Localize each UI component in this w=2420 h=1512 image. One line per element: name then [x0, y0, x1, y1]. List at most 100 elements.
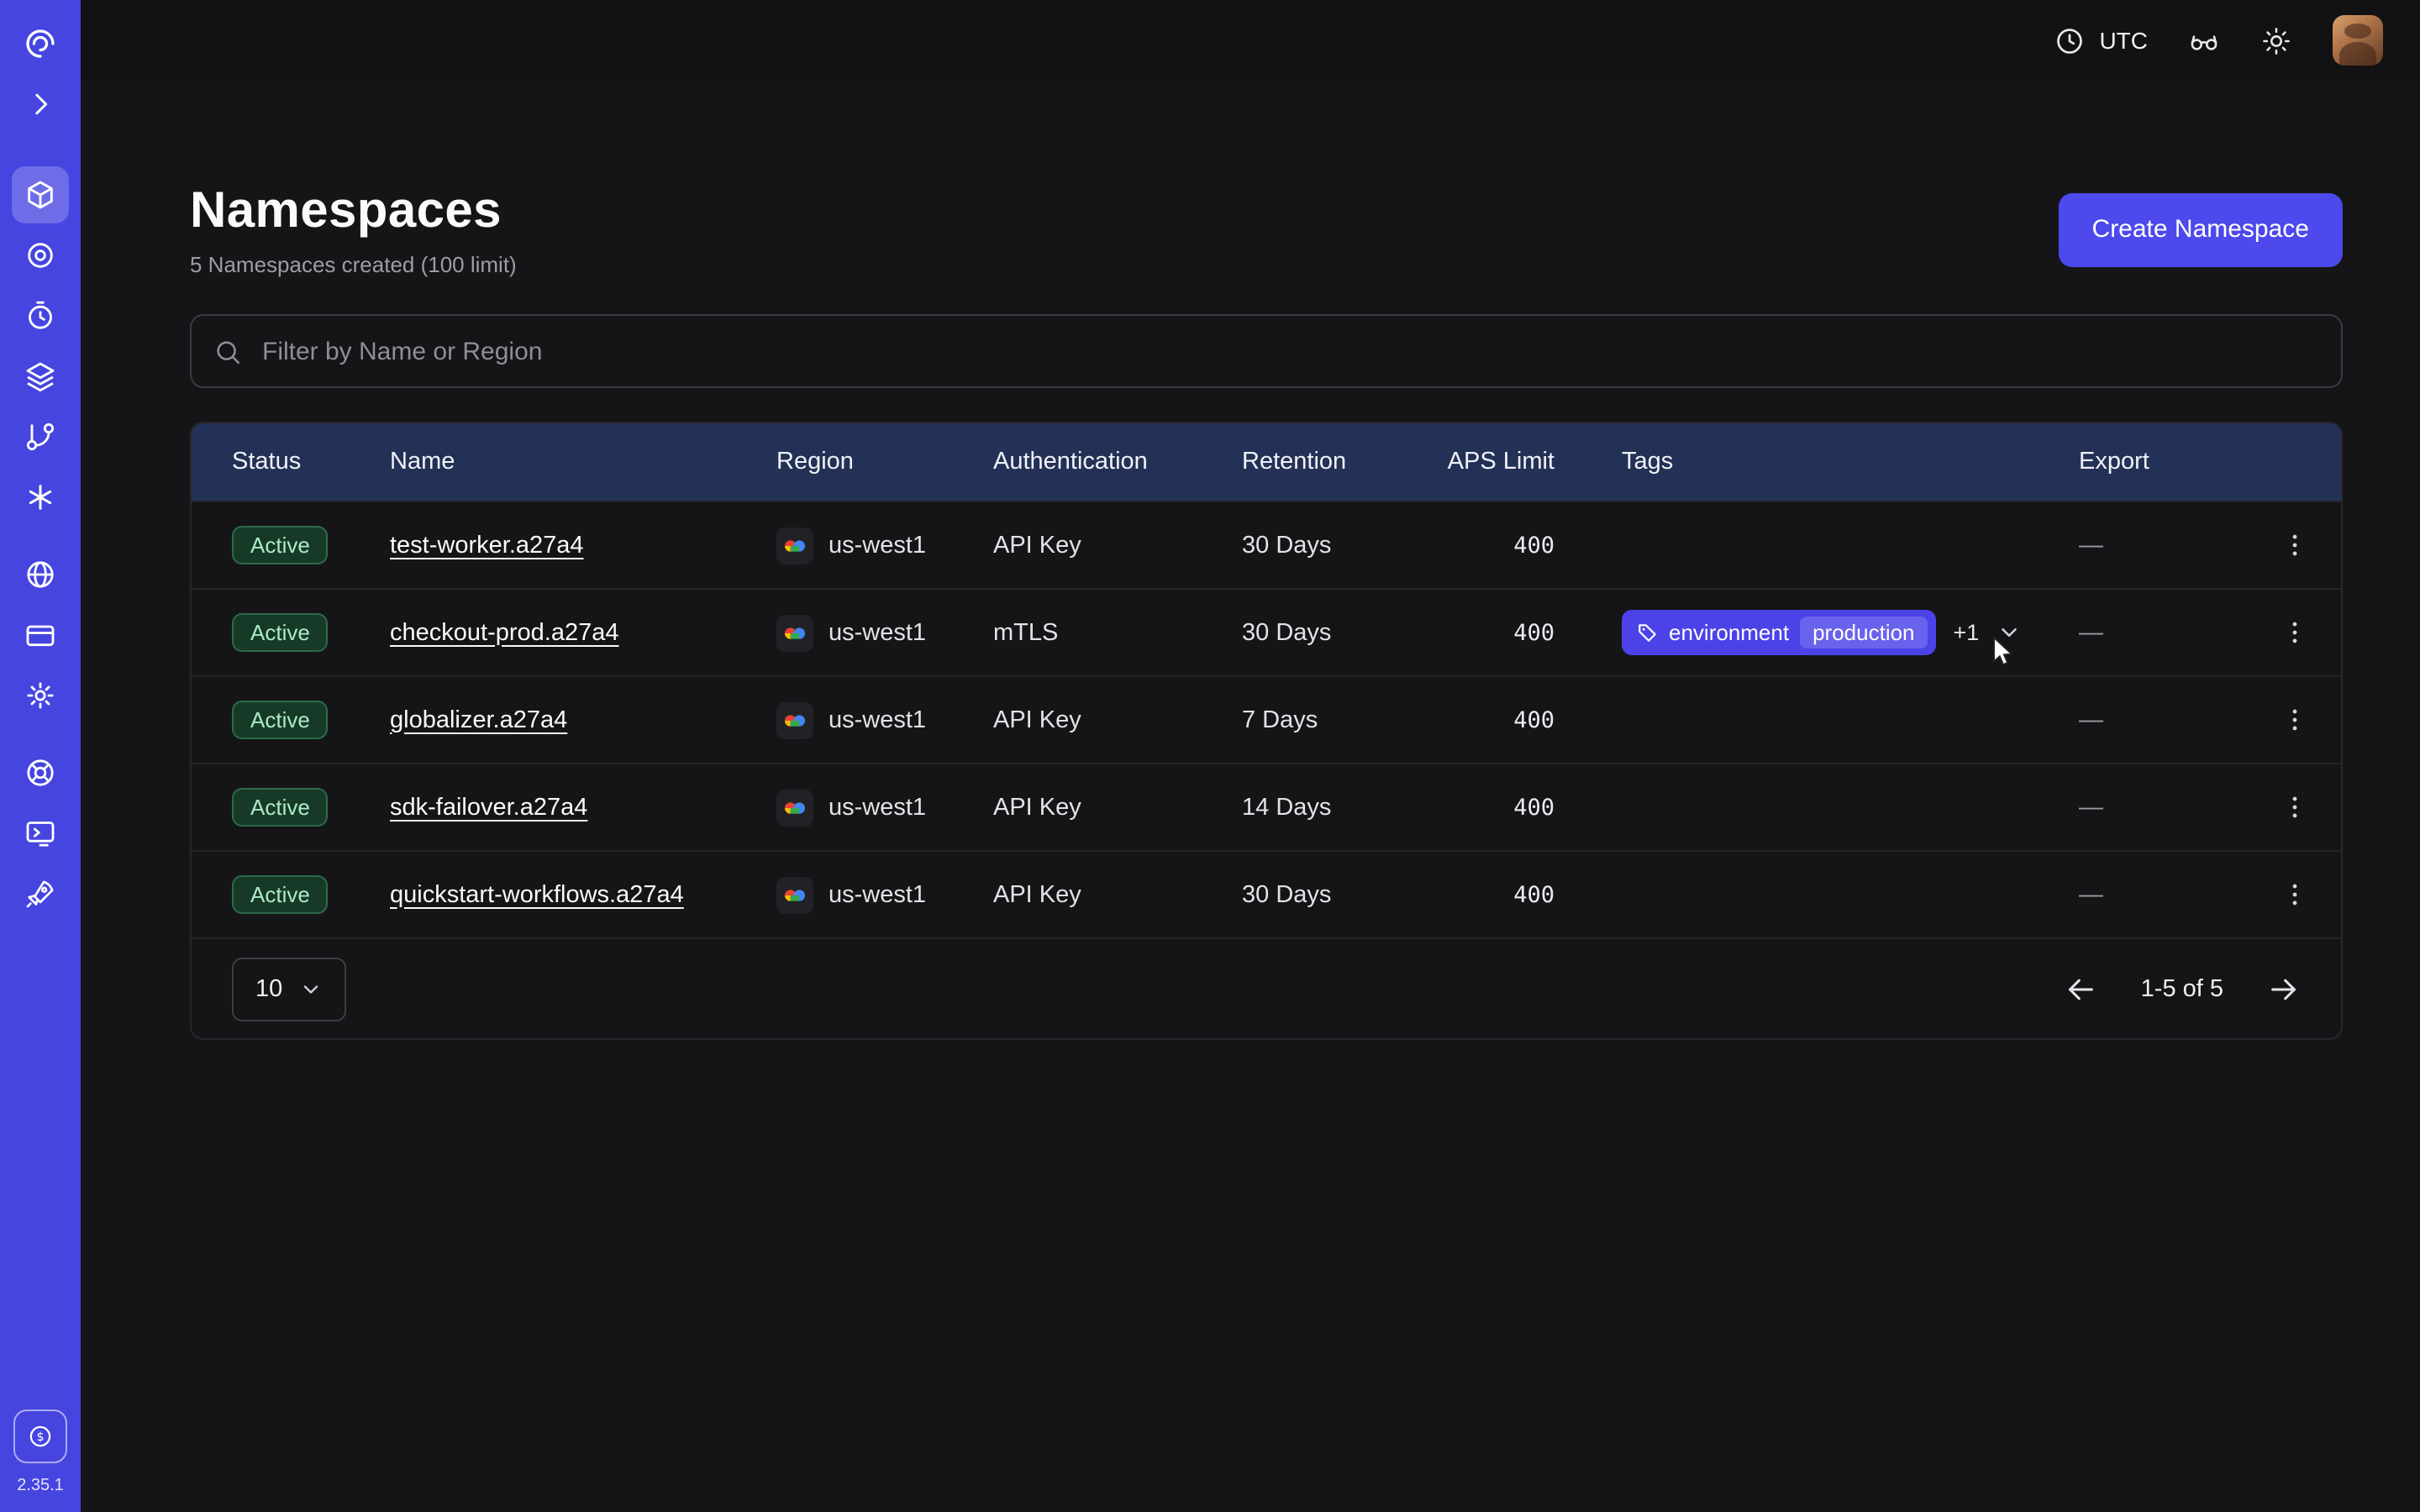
retention-label: 30 Days: [1242, 881, 1434, 908]
timezone-selector[interactable]: UTC: [2054, 24, 2148, 56]
region-label: us-west1: [829, 706, 926, 733]
labs-glasses-icon[interactable]: [2188, 24, 2220, 56]
arrow-left-icon: [2064, 972, 2097, 1005]
tag-key: environment: [1669, 620, 1789, 645]
page-subtitle: 5 Namespaces created (100 limit): [190, 252, 517, 277]
topbar: UTC: [81, 0, 2420, 81]
sidebar-item-settings[interactable]: [12, 667, 69, 724]
table-row: Active quickstart-workflows.a27a4 us-wes…: [192, 850, 2341, 937]
status-badge: Active: [232, 613, 329, 652]
tag-value: production: [1799, 617, 1928, 648]
auth-label: API Key: [993, 881, 1242, 908]
sidebar-item-deployments[interactable]: [12, 348, 69, 405]
filter-input[interactable]: [259, 335, 2319, 367]
app-root: $ 2.35.1 UTC Namespaces 5 Namespaces cre…: [0, 0, 2420, 1512]
sidebar-item-support[interactable]: [12, 744, 69, 801]
sidebar-item-billing[interactable]: [12, 606, 69, 664]
chevron-down-icon: [1996, 620, 2021, 645]
pagination-range: 1-5 of 5: [2141, 975, 2223, 1002]
col-header-aps-limit: APS Limit: [1434, 449, 1555, 475]
retention-label: 14 Days: [1242, 794, 1434, 821]
auth-label: API Key: [993, 532, 1242, 559]
svg-text:$: $: [36, 1431, 44, 1444]
region-label: us-west1: [829, 619, 926, 646]
tag-chip[interactable]: environment production: [1622, 610, 1937, 655]
table-row: Active globalizer.a27a4 us-west1 API Key…: [192, 675, 2341, 763]
gcp-cloud-icon: [776, 527, 813, 564]
sidebar: $ 2.35.1: [0, 0, 81, 1512]
tag-icon: [1637, 622, 1659, 643]
namespace-link[interactable]: test-worker.a27a4: [390, 532, 584, 559]
status-badge: Active: [232, 875, 329, 914]
status-badge: Active: [232, 788, 329, 827]
col-header-name: Name: [390, 449, 776, 475]
region-label: us-west1: [829, 532, 926, 559]
next-page-button[interactable]: [2267, 972, 2301, 1005]
namespaces-table: Status Name Region Authentication Retent…: [190, 422, 2343, 1040]
page-size-select[interactable]: 10: [232, 957, 346, 1021]
row-actions-menu-button[interactable]: [2267, 693, 2321, 747]
status-badge: Active: [232, 701, 329, 739]
gcp-cloud-icon: [776, 701, 813, 738]
main-content: Namespaces 5 Namespaces created (100 lim…: [81, 81, 2420, 1512]
col-header-authentication: Authentication: [993, 449, 1242, 475]
retention-label: 30 Days: [1242, 532, 1434, 559]
row-actions-menu-button[interactable]: [2267, 606, 2321, 659]
namespace-link[interactable]: checkout-prod.a27a4: [390, 619, 619, 646]
aps-limit-value: 400: [1434, 794, 1555, 821]
col-header-export: Export: [2079, 449, 2247, 475]
clock-icon: [2054, 24, 2086, 56]
namespace-link[interactable]: sdk-failover.a27a4: [390, 794, 587, 821]
gcp-cloud-icon: [776, 789, 813, 826]
col-header-status: Status: [232, 449, 390, 475]
auth-label: API Key: [993, 706, 1242, 733]
aps-limit-value: 400: [1434, 706, 1555, 733]
sidebar-item-batch-operations[interactable]: [12, 469, 69, 526]
row-actions-menu-button[interactable]: [2267, 518, 2321, 572]
pricing-dollar-icon[interactable]: $: [13, 1410, 67, 1463]
sidebar-item-usage[interactable]: [12, 546, 69, 603]
row-actions-menu-button[interactable]: [2267, 868, 2321, 921]
filter-searchbar[interactable]: [190, 314, 2343, 388]
page-title: Namespaces: [190, 181, 517, 242]
sidebar-item-schedules[interactable]: [12, 287, 69, 344]
region-label: us-west1: [829, 794, 926, 821]
table-header-row: Status Name Region Authentication Retent…: [192, 423, 2341, 501]
create-namespace-button[interactable]: Create Namespace: [2059, 192, 2343, 266]
status-badge: Active: [232, 526, 329, 564]
row-actions-menu-button[interactable]: [2267, 780, 2321, 834]
namespace-link[interactable]: globalizer.a27a4: [390, 706, 567, 733]
export-value: —: [2079, 619, 2247, 646]
sidebar-expand-button[interactable]: [12, 76, 69, 133]
auth-label: API Key: [993, 794, 1242, 821]
app-version: 2.35.1: [17, 1477, 64, 1495]
temporal-logo-icon: [12, 15, 69, 72]
sidebar-item-getting-started[interactable]: [12, 865, 69, 922]
aps-limit-value: 400: [1434, 532, 1555, 559]
timezone-label: UTC: [2099, 27, 2148, 54]
sidebar-item-nexus[interactable]: [12, 227, 69, 284]
retention-label: 30 Days: [1242, 619, 1434, 646]
table-row: Active checkout-prod.a27a4 us-west1 mTLS…: [192, 588, 2341, 675]
table-row: Active sdk-failover.a27a4 us-west1 API K…: [192, 763, 2341, 850]
tag-expand-button[interactable]: [1996, 620, 2021, 645]
gcp-cloud-icon: [776, 614, 813, 651]
retention-label: 7 Days: [1242, 706, 1434, 733]
sidebar-item-console[interactable]: [12, 805, 69, 862]
user-avatar[interactable]: [2333, 15, 2383, 66]
export-value: —: [2079, 532, 2247, 559]
col-header-region: Region: [776, 449, 993, 475]
col-header-retention: Retention: [1242, 449, 1434, 475]
theme-toggle-sun-icon[interactable]: [2260, 24, 2292, 56]
namespace-link[interactable]: quickstart-workflows.a27a4: [390, 881, 684, 908]
search-icon: [213, 337, 242, 365]
export-value: —: [2079, 794, 2247, 821]
sidebar-item-workflows[interactable]: [12, 408, 69, 465]
prev-page-button[interactable]: [2064, 972, 2097, 1005]
table-footer: 10 1-5 of 5: [192, 937, 2341, 1038]
aps-limit-value: 400: [1434, 881, 1555, 908]
region-label: us-west1: [829, 881, 926, 908]
export-value: —: [2079, 881, 2247, 908]
arrow-right-icon: [2267, 972, 2301, 1005]
sidebar-item-namespaces[interactable]: [12, 166, 69, 223]
